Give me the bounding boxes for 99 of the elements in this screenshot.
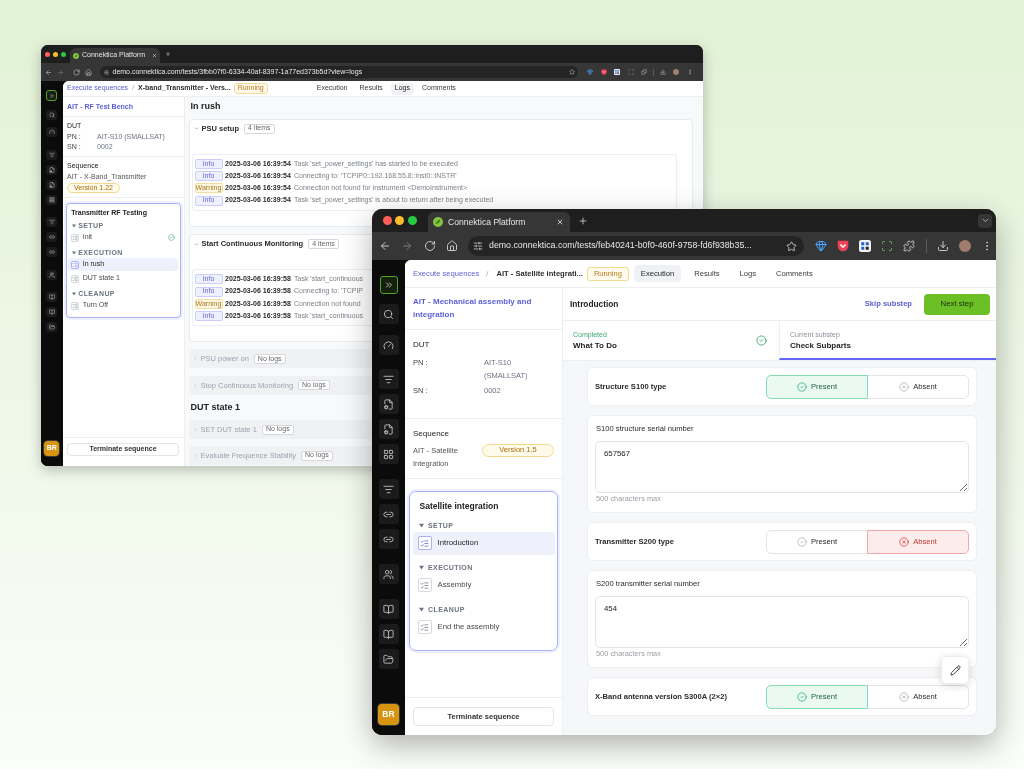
close-icon[interactable] — [152, 53, 157, 58]
link-icon[interactable] — [378, 504, 399, 524]
check-circle-icon — [796, 536, 807, 547]
list-icon — [417, 536, 432, 550]
users-icon[interactable] — [378, 564, 399, 584]
window-minimize-icon[interactable] — [52, 51, 58, 57]
puzzle-icon[interactable] — [641, 69, 647, 75]
grid-icon[interactable] — [46, 195, 58, 205]
x-circle-icon — [899, 381, 910, 392]
file-gear-icon[interactable] — [378, 394, 399, 414]
close-icon[interactable] — [556, 218, 564, 226]
x-circle-icon — [899, 691, 910, 702]
section-heading: In rush — [190, 100, 221, 112]
scan-icon[interactable] — [881, 240, 893, 252]
new-tab-icon[interactable] — [165, 51, 171, 57]
list-icon — [70, 260, 79, 269]
chevrons-right-icon — [48, 92, 55, 99]
expand-sidebar-button[interactable] — [379, 276, 398, 294]
book-icon[interactable] — [46, 307, 58, 317]
chevron-shield-icon[interactable] — [837, 240, 849, 252]
list-icon — [417, 620, 432, 634]
book-icon[interactable] — [46, 292, 58, 302]
leaf-logo-icon — [73, 52, 79, 59]
list-filter-icon[interactable] — [46, 150, 58, 160]
gem-icon[interactable] — [815, 240, 827, 252]
caret-down-icon[interactable] — [71, 223, 76, 228]
gauge-icon[interactable] — [46, 127, 58, 137]
window-close-icon[interactable] — [382, 216, 392, 225]
download-icon[interactable] — [659, 69, 666, 75]
caret-down-icon[interactable] — [419, 565, 424, 570]
folder-icon[interactable] — [46, 322, 58, 332]
download-icon[interactable] — [937, 240, 949, 252]
leaf-logo-icon — [433, 217, 443, 227]
list-icon — [417, 578, 432, 592]
bookmark-star-icon[interactable] — [786, 240, 797, 252]
profile-avatar-icon[interactable] — [673, 69, 679, 75]
x-circle-icon — [899, 536, 910, 547]
site-settings-icon[interactable] — [473, 241, 483, 251]
users-icon[interactable] — [46, 270, 58, 280]
site-settings-icon[interactable] — [103, 69, 109, 75]
pencil-icon — [949, 664, 961, 676]
home-icon[interactable] — [84, 68, 92, 76]
grid-tile-icon[interactable] — [614, 69, 620, 75]
chevron-shield-icon[interactable] — [600, 69, 607, 75]
check-circle-icon — [796, 381, 807, 392]
new-tab-icon[interactable] — [578, 215, 588, 226]
section-heading: DUT state 1 — [190, 401, 240, 413]
list-icon — [70, 233, 79, 242]
steps-title: Satellite integration — [418, 499, 500, 513]
list-filter-icon[interactable] — [378, 369, 399, 389]
check-circle-icon — [796, 691, 807, 702]
file-gear-icon[interactable] — [46, 165, 58, 175]
test-bench-link[interactable]: AIT - Mechanical assembly and integration — [413, 295, 554, 321]
list-filter-icon[interactable] — [46, 217, 58, 227]
chevrons-right-icon — [383, 280, 394, 290]
menu-icon[interactable] — [686, 69, 693, 75]
browser-tab[interactable]: Connektica Platform — [428, 212, 570, 232]
step-title: Introduction — [570, 297, 619, 311]
expand-sidebar-button[interactable] — [46, 90, 58, 101]
gem-icon[interactable] — [587, 69, 593, 75]
grid-tile-icon[interactable] — [859, 240, 871, 252]
edit-button[interactable] — [941, 656, 969, 684]
book-icon[interactable] — [378, 624, 399, 644]
search-icon[interactable] — [378, 304, 399, 324]
profile-avatar-icon[interactable] — [959, 240, 971, 252]
back-icon[interactable] — [44, 68, 52, 76]
list-filter-icon[interactable] — [378, 479, 399, 499]
reload-icon[interactable] — [72, 68, 80, 76]
caret-down-icon[interactable] — [71, 250, 76, 255]
link-icon[interactable] — [46, 232, 58, 242]
section-title: Sequence — [413, 427, 451, 440]
check-circle-icon — [756, 335, 767, 346]
list-icon — [70, 301, 79, 310]
reload-icon[interactable] — [423, 240, 436, 252]
file-gear-icon[interactable] — [46, 180, 58, 190]
bookmark-star-icon[interactable] — [569, 69, 575, 75]
home-icon[interactable] — [445, 240, 458, 252]
grid-icon[interactable] — [378, 444, 399, 464]
caret-down-icon[interactable] — [419, 523, 424, 528]
gauge-icon[interactable] — [378, 335, 399, 355]
window-zoom-icon[interactable] — [60, 51, 66, 57]
link-icon[interactable] — [378, 529, 399, 549]
tab-list-button[interactable] — [978, 213, 992, 228]
list-icon — [70, 274, 79, 283]
section-title: DUT — [413, 339, 431, 351]
chevron-down-icon — [980, 216, 990, 225]
book-icon[interactable] — [378, 599, 399, 619]
window-zoom-icon[interactable] — [407, 216, 417, 225]
folder-icon[interactable] — [378, 649, 399, 669]
file-gear-icon[interactable] — [378, 419, 399, 439]
address-field[interactable]: demo.connektica.com/tests/feb40241-b0f0-460f-9758-fd6f938b35... — [468, 236, 804, 256]
window-close-icon[interactable] — [44, 51, 50, 57]
puzzle-icon[interactable] — [903, 240, 915, 252]
search-icon[interactable] — [46, 110, 58, 120]
back-icon[interactable] — [378, 240, 391, 252]
caret-down-icon[interactable] — [419, 607, 424, 612]
window-minimize-icon[interactable] — [395, 216, 404, 225]
link-icon[interactable] — [46, 247, 58, 257]
caret-down-icon[interactable] — [71, 291, 76, 296]
